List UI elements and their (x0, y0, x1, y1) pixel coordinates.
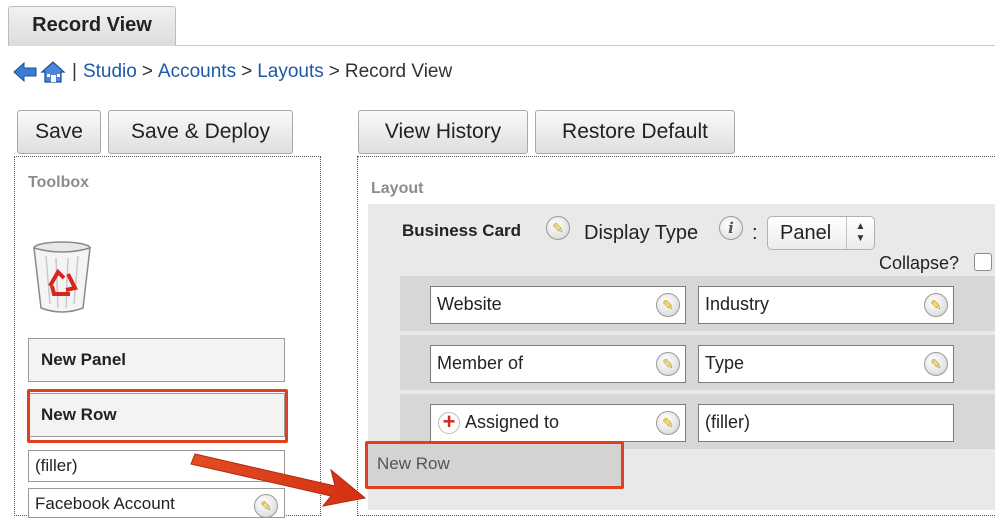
field-member-of[interactable]: Member of (430, 345, 686, 383)
field-industry[interactable]: Industry (698, 286, 954, 324)
highlight-dropped-row (365, 441, 624, 489)
field-label: Type (705, 353, 745, 373)
pencil-icon[interactable]: ✎ (656, 293, 680, 317)
pencil-icon[interactable]: ✎ (924, 293, 948, 317)
view-history-button[interactable]: View History (358, 110, 528, 154)
field-label: Member of (437, 353, 524, 373)
pencil-icon[interactable]: ✎ (546, 216, 570, 240)
select-arrows-icon: ▲ ▼ (846, 217, 874, 249)
display-type-value: Panel (780, 222, 832, 244)
display-type-colon: : (752, 222, 758, 244)
breadcrumb: | Studio > Accounts > Layouts > Record V… (12, 58, 452, 86)
breadcrumb-layouts[interactable]: Layouts (257, 61, 324, 83)
info-icon[interactable]: i (719, 216, 743, 240)
save-deploy-button[interactable]: Save & Deploy (108, 110, 293, 154)
restore-default-button[interactable]: Restore Default (535, 110, 735, 154)
field-assigned-to[interactable]: Assigned to (430, 404, 686, 442)
breadcrumb-separator: > (328, 61, 340, 82)
home-icon[interactable] (40, 60, 66, 84)
toolbox-facebook-label: Facebook Account (35, 494, 175, 513)
display-type-select[interactable]: Panel ▲ ▼ (767, 216, 875, 250)
toolbox-new-panel[interactable]: New Panel (28, 338, 285, 382)
toolbox-title: Toolbox (28, 174, 90, 191)
field-website[interactable]: Website (430, 286, 686, 324)
save-button[interactable]: Save (17, 110, 101, 154)
panel-name: Business Card (402, 221, 522, 240)
back-arrow-icon[interactable] (12, 61, 38, 83)
breadcrumb-separator: > (241, 61, 253, 82)
highlight-new-row (27, 389, 288, 443)
breadcrumb-separator: > (141, 61, 153, 82)
breadcrumb-accounts[interactable]: Accounts (158, 61, 236, 83)
pencil-icon[interactable]: ✎ (924, 352, 948, 376)
tab-divider (176, 45, 995, 46)
field-label: Industry (705, 294, 770, 314)
field-label: Assigned to (465, 412, 560, 432)
field-filler[interactable]: (filler) (698, 404, 954, 442)
field-label: (filler) (705, 412, 750, 432)
trash-bin-icon[interactable] (28, 240, 96, 314)
pencil-icon[interactable]: ✎ (656, 352, 680, 376)
collapse-label: Collapse? (879, 253, 960, 273)
required-plus-icon: + (438, 411, 460, 434)
field-type[interactable]: Type (698, 345, 954, 383)
breadcrumb-current: Record View (344, 61, 453, 82)
drag-arrow-icon (185, 440, 375, 510)
tab-record-view[interactable]: Record View (8, 6, 176, 46)
pencil-icon[interactable]: ✎ (656, 411, 680, 435)
display-type-label: Display Type (584, 222, 699, 244)
breadcrumb-studio[interactable]: Studio (83, 61, 137, 83)
breadcrumb-pipe: | (72, 61, 77, 82)
field-label: Website (437, 294, 502, 314)
layout-title: Layout (371, 180, 424, 197)
collapse-checkbox[interactable] (974, 253, 992, 271)
